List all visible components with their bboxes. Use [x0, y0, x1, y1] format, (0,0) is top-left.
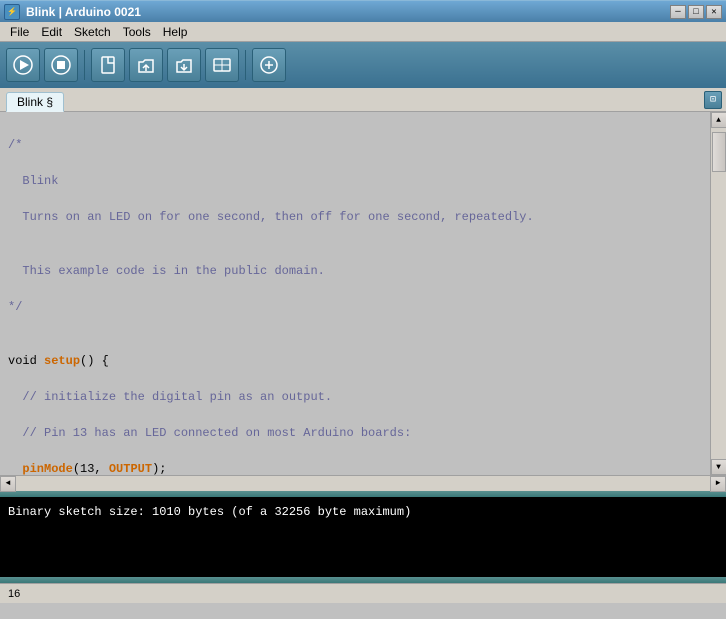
code-content: /* Blink Turns on an LED on for one seco… — [0, 112, 710, 475]
tab-bar: Blink § ⊡ — [0, 88, 726, 112]
app-icon: ⚡ — [4, 4, 20, 20]
window-controls: ─ □ ✕ — [670, 5, 722, 19]
code-line: /* — [8, 136, 702, 154]
scroll-thumb-vertical[interactable] — [712, 132, 726, 172]
scroll-up-button[interactable]: ▲ — [711, 112, 726, 128]
new-file-icon — [98, 55, 118, 75]
menu-tools[interactable]: Tools — [117, 24, 157, 40]
line-number: 16 — [8, 588, 20, 600]
stop-icon — [51, 55, 71, 75]
open-button[interactable] — [129, 48, 163, 82]
verify-icon — [13, 55, 33, 75]
close-button[interactable]: ✕ — [706, 5, 722, 19]
upload-icon — [259, 55, 279, 75]
code-line: void setup() { — [8, 352, 702, 370]
menu-bar: File Edit Sketch Tools Help — [0, 22, 726, 42]
console-output: Binary sketch size: 1010 bytes (of a 322… — [8, 503, 718, 521]
title-bar: ⚡ Blink | Arduino 0021 ─ □ ✕ — [0, 0, 726, 22]
verify-button[interactable] — [6, 48, 40, 82]
serial-monitor-icon — [212, 55, 232, 75]
console-area: Binary sketch size: 1010 bytes (of a 322… — [0, 497, 726, 577]
console-message: Binary sketch size: 1010 bytes (of a 322… — [8, 505, 411, 519]
code-line: // initialize the digital pin as an outp… — [8, 388, 702, 406]
menu-sketch[interactable]: Sketch — [68, 24, 117, 40]
code-line: Turns on an LED on for one second, then … — [8, 208, 702, 226]
serial-monitor-button[interactable] — [205, 48, 239, 82]
scroll-right-button[interactable]: ► — [710, 476, 726, 492]
code-line: This example code is in the public domai… — [8, 262, 702, 280]
menu-edit[interactable]: Edit — [35, 24, 68, 40]
minimize-button[interactable]: ─ — [670, 5, 686, 19]
toolbar-divider-2 — [245, 50, 246, 80]
code-line: // Pin 13 has an LED connected on most A… — [8, 424, 702, 442]
title-text: ⚡ Blink | Arduino 0021 — [4, 4, 141, 20]
editor-area: /* Blink Turns on an LED on for one seco… — [0, 112, 726, 491]
upload-button[interactable] — [252, 48, 286, 82]
tab-label: Blink § — [17, 95, 53, 109]
toolbar — [0, 42, 726, 88]
menu-file[interactable]: File — [4, 24, 35, 40]
scroll-left-button[interactable]: ◄ — [0, 476, 16, 492]
window-title: Blink | Arduino 0021 — [26, 5, 141, 19]
status-bar: 16 — [0, 583, 726, 603]
toolbar-divider-1 — [84, 50, 85, 80]
save-icon — [174, 55, 194, 75]
inner-editor: /* Blink Turns on an LED on for one seco… — [0, 112, 726, 475]
maximize-button[interactable]: □ — [688, 5, 704, 19]
horizontal-scrollbar[interactable]: ◄ ► — [0, 475, 726, 491]
scroll-track-vertical[interactable] — [711, 128, 726, 459]
scroll-track-horizontal[interactable] — [16, 476, 710, 491]
code-line: pinMode(13, OUTPUT); — [8, 460, 702, 475]
tab-blink[interactable]: Blink § — [6, 92, 64, 112]
code-line: Blink — [8, 172, 702, 190]
save-button[interactable] — [167, 48, 201, 82]
code-scroll-area[interactable]: /* Blink Turns on an LED on for one seco… — [0, 112, 710, 475]
new-button[interactable] — [91, 48, 125, 82]
stop-button[interactable] — [44, 48, 78, 82]
code-line: */ — [8, 298, 702, 316]
tab-expand-button[interactable]: ⊡ — [704, 91, 722, 109]
scroll-down-button[interactable]: ▼ — [711, 459, 726, 475]
open-icon — [136, 55, 156, 75]
menu-help[interactable]: Help — [157, 24, 194, 40]
vertical-scrollbar[interactable]: ▲ ▼ — [710, 112, 726, 475]
